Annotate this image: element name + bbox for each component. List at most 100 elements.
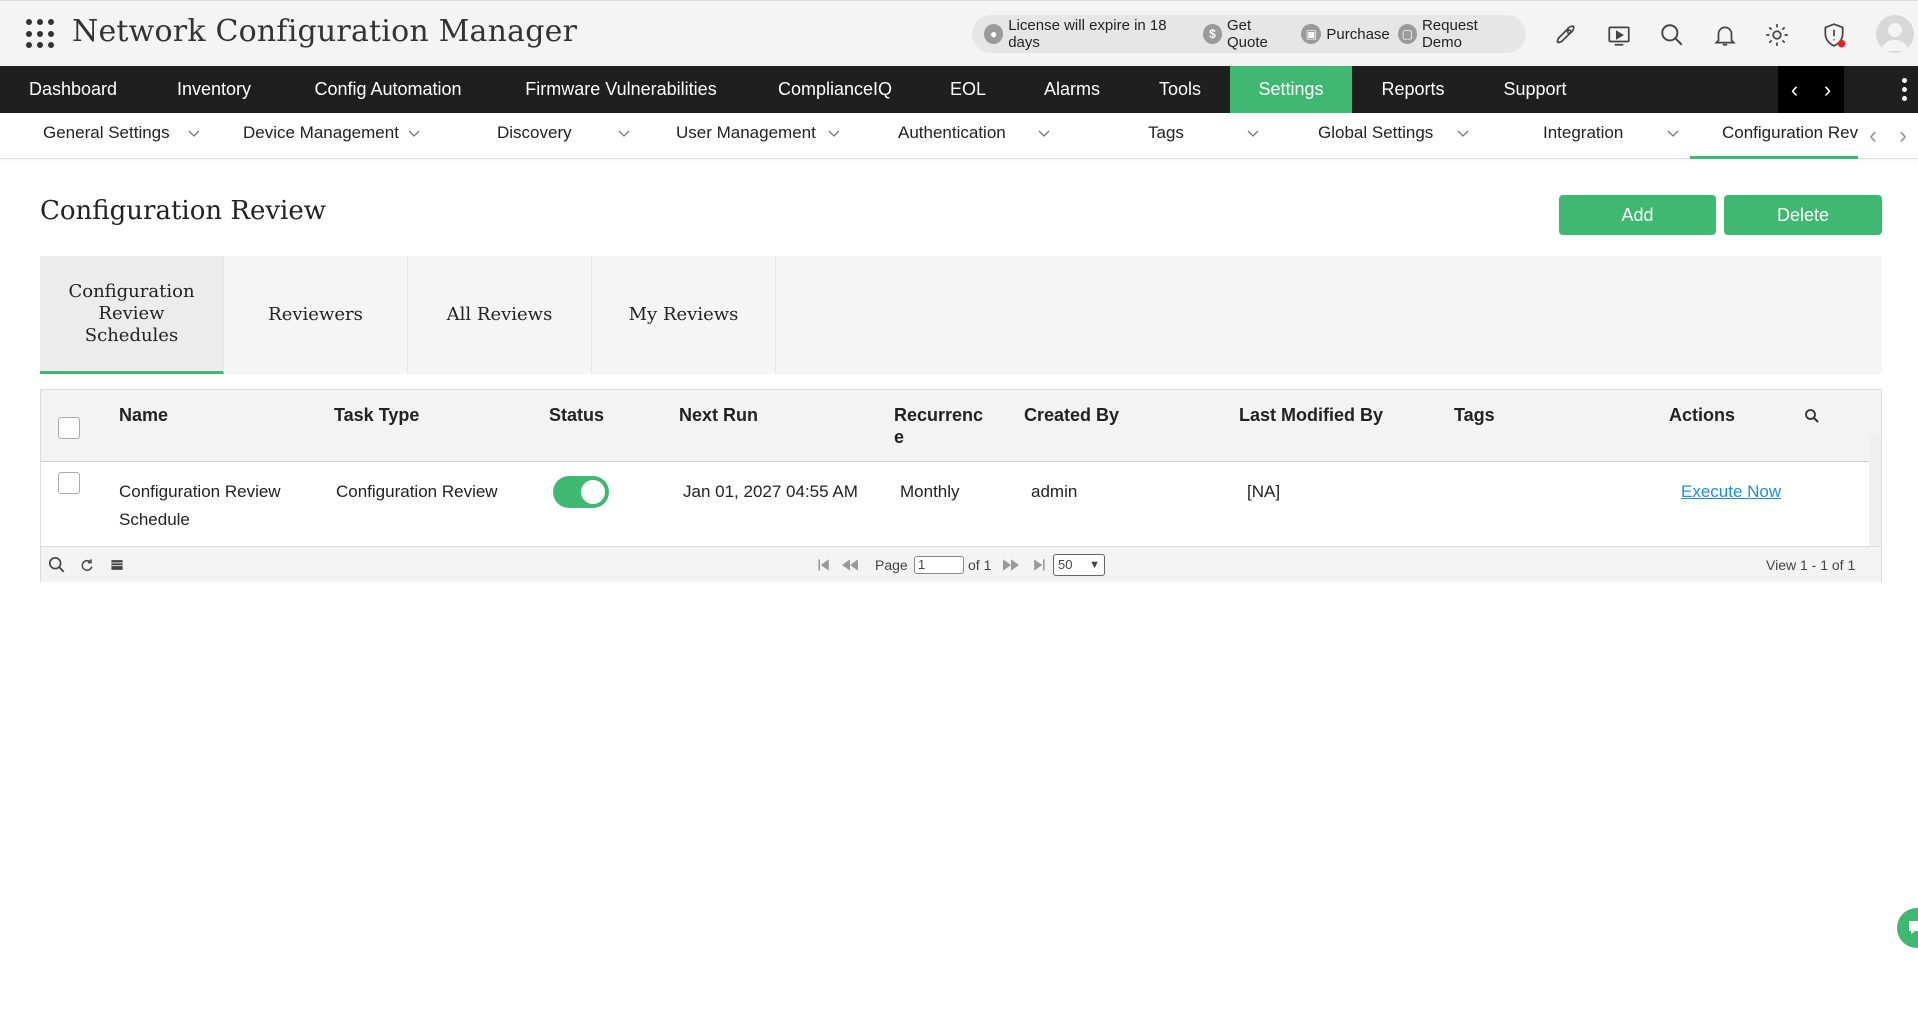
table-scrollbar[interactable] [1869, 434, 1881, 548]
bell-icon[interactable] [1711, 21, 1739, 49]
get-quote-link[interactable]: $ Get Quote [1202, 17, 1294, 51]
nav-firmware-vulnerabilities[interactable]: Firmware Vulnerabilities [494, 66, 748, 113]
review-tabs: Configuration Review Schedules Reviewers… [40, 256, 1882, 374]
tab-reviewers[interactable]: Reviewers [224, 256, 408, 374]
subnav-tags[interactable]: Tags [1148, 113, 1184, 159]
row-checkbox[interactable] [58, 472, 80, 494]
subnav-general-settings[interactable]: General Settings [43, 113, 170, 159]
table-pager: Page 1 of 1 50 ▼ View 1 - 1 of 1 [41, 546, 1881, 582]
add-button[interactable]: Add [1559, 195, 1716, 235]
toggle-knob [581, 480, 605, 504]
nav-support[interactable]: Support [1474, 66, 1596, 113]
cart-icon: ▣ [1301, 24, 1322, 44]
license-icon: ● [984, 24, 1004, 44]
tab-my-reviews[interactable]: My Reviews [592, 256, 776, 374]
get-quote-label: Get Quote [1227, 17, 1268, 51]
column-actions: Actions [1669, 405, 1736, 425]
column-recurrence[interactable]: Recurrence [894, 404, 986, 448]
subnav-configuration-review[interactable]: Configuration Rev [1690, 113, 1858, 159]
subnav-discovery[interactable]: Discovery [497, 113, 572, 159]
search-icon[interactable] [47, 555, 67, 575]
nav-inventory[interactable]: Inventory [146, 66, 282, 113]
nav-settings[interactable]: Settings [1230, 66, 1352, 113]
row-created-by: admin [1031, 482, 1078, 501]
more-vertical-icon[interactable] [1896, 66, 1912, 113]
app-title: Network Configuration Manager [72, 14, 578, 49]
select-all-checkbox[interactable] [58, 417, 80, 439]
nav-reports[interactable]: Reports [1352, 66, 1474, 113]
search-icon[interactable] [1658, 21, 1686, 49]
subnav-global-settings[interactable]: Global Settings [1318, 113, 1433, 159]
column-name[interactable]: Name [119, 404, 168, 426]
avatar[interactable] [1876, 15, 1914, 53]
chevron-down-icon[interactable] [828, 127, 840, 139]
chevron-right-icon[interactable]: › [1899, 122, 1907, 150]
chevron-right-icon[interactable]: › [1824, 77, 1831, 103]
purchase-link[interactable]: ▣ Purchase [1301, 24, 1390, 44]
subnav-integration[interactable]: Integration [1543, 113, 1623, 159]
chevron-down-icon[interactable] [618, 127, 630, 139]
chevron-down-icon[interactable] [1038, 127, 1050, 139]
page-number-input[interactable]: 1 [914, 556, 964, 574]
page-size-select[interactable]: 50 ▼ [1053, 554, 1105, 576]
nav-tools[interactable]: Tools [1130, 66, 1230, 113]
view-count-label: View 1 - 1 of 1 [1766, 557, 1856, 573]
top-header: Network Configuration Manager ● License … [0, 0, 1918, 66]
settings-sub-nav: General Settings Device Management Disco… [0, 113, 1918, 159]
first-page-icon[interactable] [814, 555, 834, 575]
rocket-icon[interactable] [1552, 21, 1580, 49]
gear-icon[interactable] [1763, 21, 1791, 49]
column-last-modified-by[interactable]: Last Modified By [1239, 404, 1383, 426]
nav-dashboard[interactable]: Dashboard [0, 66, 146, 113]
chat-button[interactable] [1897, 908, 1918, 948]
tab-all-reviews[interactable]: All Reviews [408, 256, 592, 374]
request-demo-link[interactable]: ▢ Request Demo [1397, 17, 1518, 51]
subnav-authentication[interactable]: Authentication [898, 113, 1006, 159]
execute-now-link[interactable]: Execute Now [1681, 478, 1781, 506]
chevron-down-icon[interactable] [1667, 127, 1679, 139]
last-page-icon[interactable] [1029, 555, 1049, 575]
column-search-icon[interactable] [1804, 408, 1820, 424]
column-created-by[interactable]: Created By [1024, 404, 1119, 426]
nav-eol[interactable]: EOL [922, 66, 1014, 113]
column-status[interactable]: Status [549, 404, 604, 426]
security-alert-icon[interactable] [1820, 21, 1848, 49]
page-total-label: of 1 [968, 557, 992, 573]
chevron-down-icon[interactable] [188, 127, 200, 139]
next-page-icon[interactable] [1001, 555, 1021, 575]
dollar-icon: $ [1202, 24, 1222, 44]
column-task-type[interactable]: Task Type [334, 404, 419, 426]
nav-complianceiq[interactable]: ComplianceIQ [748, 66, 922, 113]
table-row[interactable]: Configuration Review Schedule Configurat… [41, 462, 1881, 546]
column-next-run[interactable]: Next Run [679, 404, 758, 426]
chevron-down-icon[interactable] [1457, 127, 1469, 139]
tab-configuration-review-schedules[interactable]: Configuration Review Schedules [40, 256, 224, 374]
purchase-label: Purchase [1326, 25, 1390, 43]
row-last-modified-by: [NA] [1247, 482, 1281, 501]
app-launcher-icon[interactable] [26, 19, 56, 49]
row-next-run: Jan 01, 2027 04:55 AM [683, 482, 858, 501]
license-text: License will expire in 18 days [1008, 17, 1167, 51]
request-demo-label: Request Demo [1421, 17, 1478, 51]
row-task-type: Configuration Review [336, 482, 498, 501]
demo-icon: ▢ [1397, 24, 1417, 44]
chevron-down-icon[interactable] [1247, 127, 1259, 139]
video-icon[interactable] [1605, 21, 1633, 49]
previous-page-icon[interactable] [840, 555, 860, 575]
column-tags[interactable]: Tags [1454, 404, 1495, 426]
subnav-device-management[interactable]: Device Management [243, 113, 399, 159]
delete-button[interactable]: Delete [1724, 195, 1882, 235]
chat-icon [1909, 921, 1918, 934]
chevron-down-icon[interactable] [408, 127, 420, 139]
nav-scroll-arrows: ‹ › [1778, 66, 1844, 113]
row-name: Configuration Review Schedule [119, 482, 281, 529]
chevron-left-icon[interactable]: ‹ [1791, 77, 1798, 103]
nav-alarms[interactable]: Alarms [1014, 66, 1130, 113]
license-expiry[interactable]: ● License will expire in 18 days [984, 17, 1195, 51]
refresh-icon[interactable] [77, 555, 97, 575]
status-toggle[interactable] [553, 476, 609, 508]
subnav-user-management[interactable]: User Management [676, 113, 816, 159]
chevron-left-icon[interactable]: ‹ [1869, 122, 1877, 150]
column-chooser-icon[interactable] [107, 555, 127, 575]
nav-config-automation[interactable]: Config Automation [282, 66, 494, 113]
